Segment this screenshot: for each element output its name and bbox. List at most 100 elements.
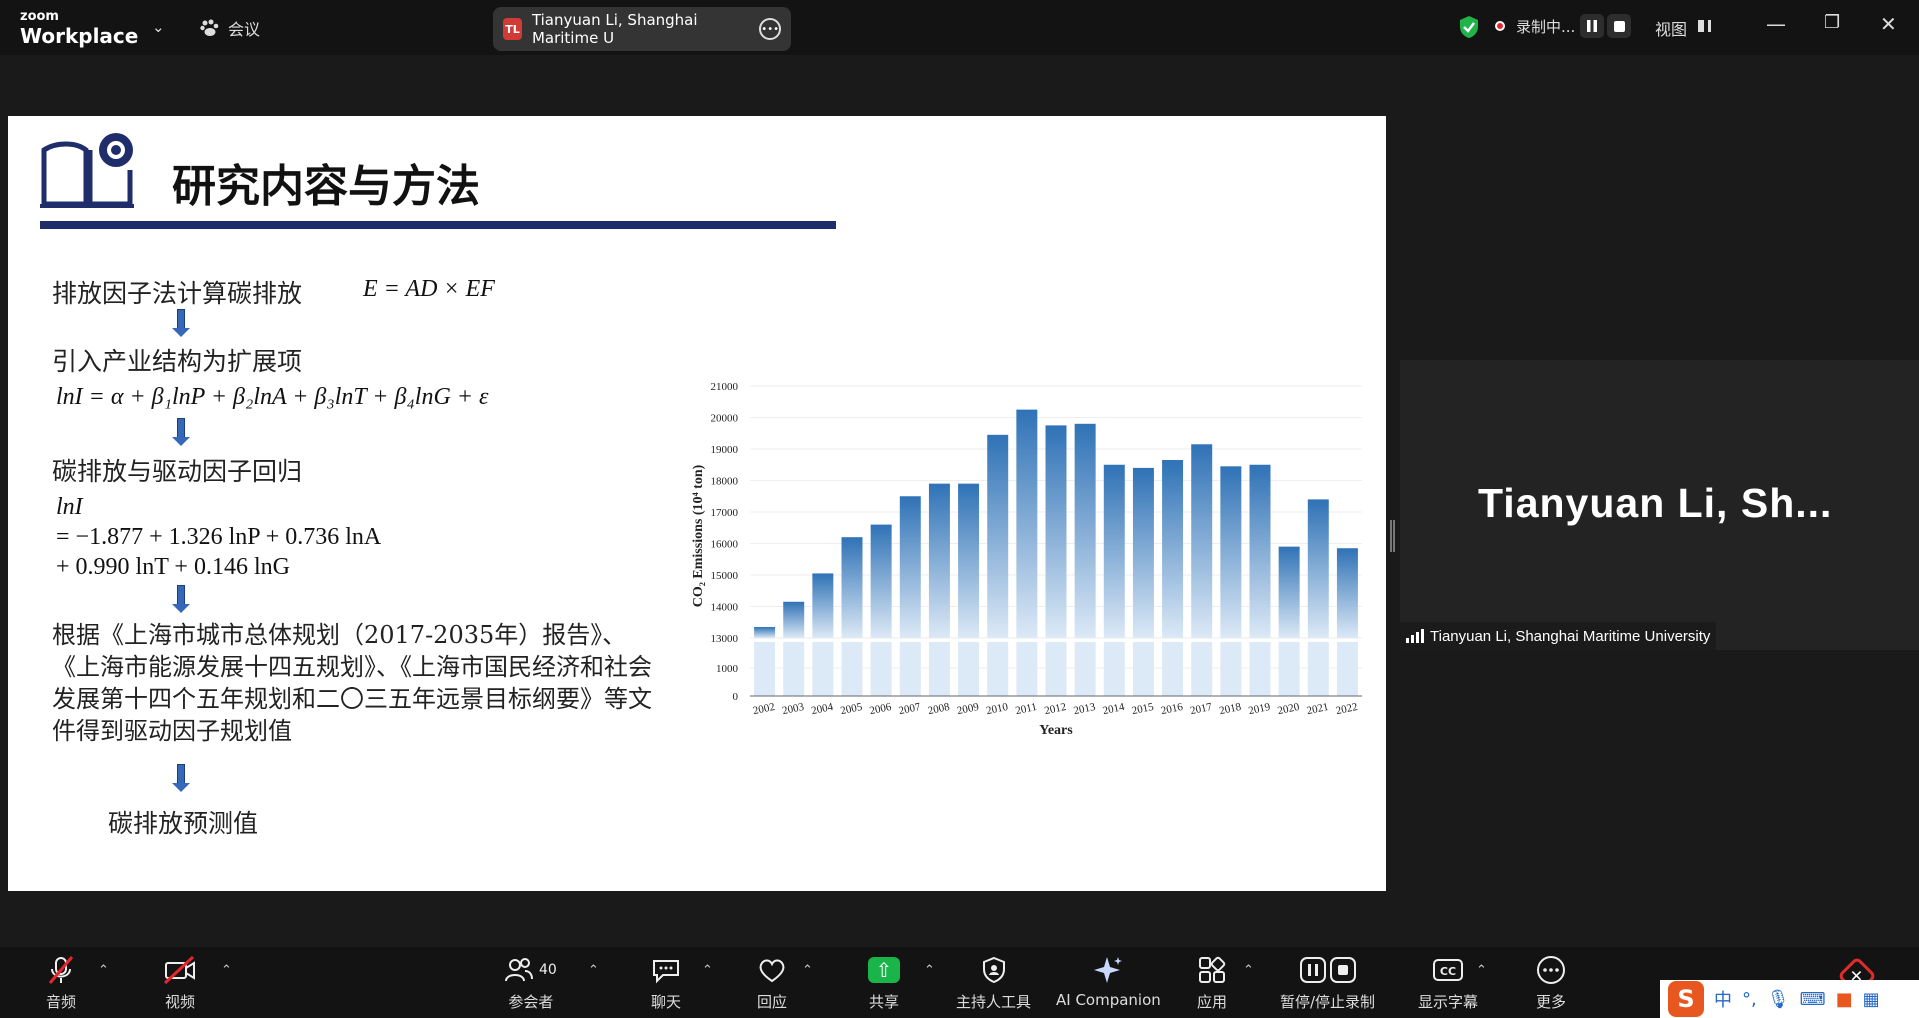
bar-lower — [1162, 642, 1184, 696]
host-tools-button[interactable]: 主持人工具 — [956, 955, 1031, 1012]
down-arrow-icon — [172, 585, 190, 613]
chat-bubble-icon — [653, 960, 679, 984]
step-emission-factor: 排放因子法计算碳排放 — [52, 279, 303, 308]
video-options-caret[interactable]: ⌃ — [221, 963, 232, 978]
participants-count: 40 — [539, 962, 557, 978]
title-bar: zoom Workplace ⌄ 会议 TL Tianyuan Li, Shan… — [0, 0, 1919, 55]
y-tick-label: 20000 — [711, 413, 739, 425]
bar-upper — [1336, 548, 1358, 638]
x-tick-label: 2016 — [1160, 701, 1185, 717]
security-shield-icon[interactable] — [1458, 15, 1480, 39]
ime-punctuation-icon[interactable]: °, — [1742, 989, 1757, 1010]
view-menu[interactable]: 视图 — [1655, 16, 1687, 40]
y-tick-label: 19000 — [711, 444, 739, 456]
captions-button[interactable]: CC 显示字幕 — [1418, 955, 1478, 1012]
x-tick-label: 2003 — [781, 701, 806, 717]
participants-options-caret[interactable]: ⌃ — [588, 963, 599, 978]
more-icon — [1537, 956, 1565, 984]
share-options-caret[interactable]: ⌃ — [924, 963, 935, 978]
react-button[interactable]: 回应 — [757, 955, 787, 1012]
restore-icon[interactable]: ❐ — [1824, 12, 1840, 33]
step-industrial-structure: 引入产业结构为扩展项 — [52, 347, 303, 376]
ime-tools-icon[interactable]: ▦ — [1863, 989, 1880, 1010]
x-tick-label: 2021 — [1306, 701, 1330, 717]
meeting-label: 会议 — [228, 20, 261, 39]
stop-recording-button[interactable] — [1607, 14, 1631, 38]
chat-label: 聊天 — [651, 993, 682, 1011]
close-icon[interactable]: ✕ — [1880, 12, 1897, 36]
bar-upper — [812, 573, 834, 638]
bar-upper — [928, 483, 950, 638]
bar-lower — [928, 642, 950, 696]
more-button[interactable]: 更多 — [1536, 955, 1566, 1012]
meeting-tab[interactable]: TL Tianyuan Li, Shanghai Maritime U ••• — [493, 7, 791, 51]
share-screen-icon: ⇧ — [868, 957, 900, 983]
x-tick-label: 2002 — [752, 701, 776, 717]
bar-upper — [987, 434, 1009, 638]
chevron-down-icon[interactable]: ⌄ — [152, 18, 165, 36]
closed-captions-icon: CC — [1433, 959, 1463, 981]
minimize-icon[interactable]: — — [1766, 12, 1786, 36]
share-button[interactable]: ⇧ 共享 — [868, 955, 900, 1012]
y-axis-title: CO₂ Emissions (10⁴ ton) — [691, 464, 706, 607]
react-options-caret[interactable]: ⌃ — [802, 963, 813, 978]
down-arrow-icon — [172, 764, 190, 792]
captions-options-caret[interactable]: ⌃ — [1476, 963, 1487, 978]
pause-record-icon — [1299, 957, 1326, 983]
step-prediction: 碳排放预测值 — [108, 809, 259, 838]
y-tick-label: 17000 — [711, 507, 739, 519]
x-tick-label: 2008 — [927, 701, 952, 717]
apps-label: 应用 — [1197, 993, 1228, 1011]
bar-lower — [1016, 642, 1038, 696]
participants-icon — [505, 958, 533, 982]
view-layout-icon[interactable] — [1698, 20, 1708, 32]
recording-dot-icon — [1495, 21, 1505, 31]
bar-lower — [1278, 642, 1300, 696]
panel-resize-handle[interactable] — [1390, 520, 1395, 552]
ime-language[interactable]: 中 — [1714, 986, 1732, 1012]
book-logo-icon — [40, 133, 134, 208]
bar-lower — [1132, 642, 1154, 696]
bar-upper — [1016, 409, 1038, 638]
x-tick-label: 2013 — [1073, 701, 1098, 717]
participant-video-tile[interactable]: Tianyuan Li, Sh... Tianyuan Li, Shanghai… — [1400, 360, 1919, 650]
chat-button[interactable]: 聊天 — [651, 955, 681, 1012]
more-options-icon[interactable]: ••• — [759, 18, 781, 40]
recording-status: 录制中... — [1516, 18, 1576, 36]
apps-options-caret[interactable]: ⌃ — [1243, 963, 1254, 978]
chat-options-caret[interactable]: ⌃ — [702, 963, 713, 978]
bar-lower — [958, 642, 980, 696]
y-tick-label: 13000 — [711, 633, 739, 645]
participants-button[interactable]: 40 参会者 — [505, 955, 557, 1012]
y-tick-label: 1000 — [716, 663, 739, 675]
apps-button[interactable]: 应用 — [1197, 955, 1227, 1012]
video-label: 视频 — [164, 993, 195, 1011]
ime-skin-icon[interactable]: ■ — [1836, 989, 1853, 1010]
y-tick-label: 21000 — [711, 381, 739, 393]
stop-icon — [1613, 20, 1625, 32]
participants-label: 参会者 — [508, 993, 554, 1011]
ime-keyboard-icon[interactable]: ⌨ — [1800, 989, 1826, 1010]
bar-upper — [1249, 464, 1271, 638]
heart-icon — [759, 959, 785, 983]
bar-lower — [899, 642, 921, 696]
ime-toolbar[interactable]: S 中 °, 🎙 ⌨ ■ ▦ — [1660, 980, 1919, 1018]
pause-icon — [1587, 20, 1597, 32]
video-button[interactable]: 视频 — [163, 955, 197, 1012]
ai-companion-button[interactable]: AI Companion — [1056, 955, 1161, 1009]
bar-upper — [1045, 425, 1067, 638]
share-label: 共享 — [868, 993, 899, 1011]
record-controls-button[interactable]: 暂停/停止录制 — [1280, 955, 1375, 1012]
bar-lower — [1220, 642, 1242, 696]
x-tick-label: 2006 — [869, 701, 894, 717]
x-tick-label: 2017 — [1189, 701, 1214, 717]
ime-voice-icon[interactable]: 🎙 — [1767, 989, 1790, 1010]
bar-lower — [754, 642, 776, 696]
pause-recording-button[interactable] — [1580, 14, 1604, 38]
meeting-menu[interactable]: 会议 — [200, 16, 260, 40]
participant-full-name: Tianyuan Li, Shanghai Maritime Universit… — [1430, 627, 1711, 645]
x-axis-title: Years — [1039, 723, 1073, 738]
audio-options-caret[interactable]: ⌃ — [98, 963, 109, 978]
audio-button[interactable]: 音频 — [46, 955, 76, 1012]
bar-lower — [1045, 642, 1067, 696]
